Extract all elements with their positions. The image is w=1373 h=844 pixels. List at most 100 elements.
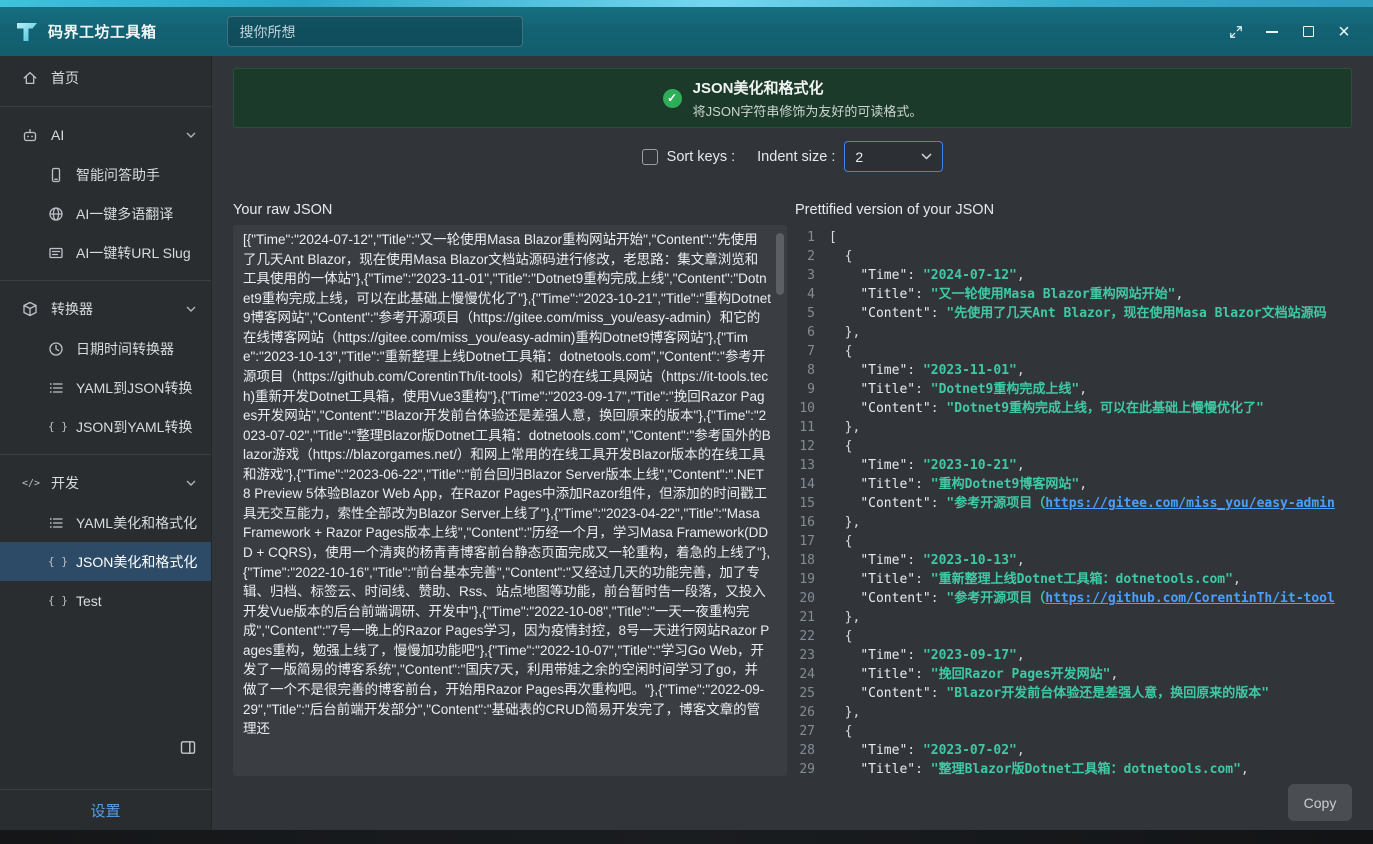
scrollbar-thumb[interactable] <box>776 233 784 295</box>
maximize-button[interactable] <box>1293 18 1323 46</box>
code-token: : <box>915 287 931 302</box>
code-line: 5 "Content": "先使用了几天Ant Blazor，现在使用Masa … <box>795 304 1352 323</box>
sidebar-item-label: JSON到YAML转换 <box>76 417 192 437</box>
code-token: : <box>907 553 923 568</box>
sidebar-group-dev[interactable]: </> 开发 <box>0 463 211 503</box>
sidebar-item-yaml-format[interactable]: YAML美化和格式化 <box>0 503 211 542</box>
code-line: 21 }, <box>795 608 1352 627</box>
search-input[interactable] <box>227 16 523 47</box>
line-number: 4 <box>795 285 815 304</box>
code-token <box>829 363 860 378</box>
sort-keys-checkbox[interactable] <box>642 149 658 165</box>
code-token: [ <box>829 230 837 245</box>
close-button[interactable]: × <box>1329 18 1359 46</box>
line-number: 12 <box>795 437 815 456</box>
code-token: { <box>829 724 852 739</box>
indent-size-select[interactable]: 2 <box>844 141 943 172</box>
code-token: "Content" <box>860 496 930 511</box>
line-number: 18 <box>795 551 815 570</box>
line-number: 10 <box>795 399 815 418</box>
chevron-down-icon <box>186 480 196 486</box>
wallpaper-strip-top <box>0 0 1373 7</box>
sidebar-item-json-to-yaml[interactable]: { } JSON到YAML转换 <box>0 407 211 446</box>
line-number: 24 <box>795 665 815 684</box>
sidebar-item-smart-qa[interactable]: 智能问答助手 <box>0 155 211 194</box>
code-token: "2023-07-02" <box>923 743 1017 758</box>
code-token: , <box>1079 477 1087 492</box>
sidebar-divider <box>0 280 211 281</box>
code-line: 16 }, <box>795 513 1352 532</box>
indent-size-value: 2 <box>855 149 863 165</box>
code-token: "2024-07-12" <box>923 268 1017 283</box>
code-token: "Content" <box>860 306 930 321</box>
code-line: 3 "Time": "2024-07-12", <box>795 266 1352 285</box>
expand-icon[interactable] <box>1221 18 1251 46</box>
code-token: { <box>829 344 852 359</box>
sidebar-group-converter[interactable]: 转换器 <box>0 289 211 329</box>
sidebar-item-label: 智能问答助手 <box>76 165 160 185</box>
code-token <box>829 268 860 283</box>
sidebar-item-home[interactable]: 首页 <box>0 58 211 98</box>
code-token <box>829 762 860 776</box>
code-token: : <box>907 363 923 378</box>
copy-button[interactable]: Copy <box>1288 784 1352 821</box>
minimize-button[interactable] <box>1257 18 1287 46</box>
sidebar-divider <box>0 106 211 107</box>
wallpaper-strip-bottom <box>0 830 1373 844</box>
braces-icon: { } <box>48 594 64 607</box>
app-logo-icon <box>14 19 40 45</box>
code-token: , <box>1017 553 1025 568</box>
sidebar-item-ai-url-slug[interactable]: AI一键转URL Slug <box>0 233 211 272</box>
sidebar-divider <box>0 454 211 455</box>
home-icon <box>22 70 38 86</box>
code-token: , <box>1017 458 1025 473</box>
code-token: , <box>1233 572 1241 587</box>
list-icon <box>48 380 64 396</box>
line-number: 29 <box>795 760 815 776</box>
main-content: ✓ JSON美化和格式化 将JSON字符串修饰为友好的可读格式。 Sort ke… <box>212 56 1373 830</box>
code-token: "Content" <box>860 591 930 606</box>
line-number: 27 <box>795 722 815 741</box>
code-token: "2023-10-13" <box>923 553 1017 568</box>
sidebar-item-json-format[interactable]: { } JSON美化和格式化 <box>0 542 211 581</box>
raw-json-input[interactable]: [{"Time":"2024-07-12","Title":"又一轮使用Masa… <box>233 225 787 776</box>
code-token: , <box>1176 287 1184 302</box>
tool-subtitle: 将JSON字符串修饰为友好的可读格式。 <box>693 101 923 120</box>
app-title: 码界工坊工具箱 <box>48 21 157 42</box>
code-line: 20 "Content": "参考开源项目（https://github.com… <box>795 589 1352 608</box>
code-line: 4 "Title": "又一轮使用Masa Blazor重构网站开始", <box>795 285 1352 304</box>
minimize-icon <box>1266 31 1278 33</box>
panel-collapse-icon[interactable] <box>180 740 196 755</box>
code-token: "重构Dotnet9博客网站" <box>931 477 1079 492</box>
code-token: "Title" <box>860 382 915 397</box>
code-token: { <box>829 439 852 454</box>
sidebar-item-ai-translate[interactable]: AI一键多语翻译 <box>0 194 211 233</box>
code-token <box>829 287 860 302</box>
code-token: "Time" <box>860 553 907 568</box>
line-number: 20 <box>795 589 815 608</box>
sidebar-item-yaml-to-json[interactable]: YAML到JSON转换 <box>0 368 211 407</box>
code-line: 8 "Time": "2023-11-01", <box>795 361 1352 380</box>
tool-title: JSON美化和格式化 <box>693 77 923 98</box>
code-token: }, <box>829 610 860 625</box>
code-token: "Time" <box>860 268 907 283</box>
check-circle-icon: ✓ <box>663 89 682 108</box>
code-token <box>829 401 860 416</box>
code-token: "2023-10-21" <box>923 458 1017 473</box>
sidebar-item-datetime-converter[interactable]: 日期时间转换器 <box>0 329 211 368</box>
sidebar-item-test[interactable]: { } Test <box>0 581 211 620</box>
code-token <box>829 572 860 587</box>
settings-button[interactable]: 设置 <box>0 790 211 830</box>
braces-icon: { } <box>48 555 64 568</box>
line-number: 17 <box>795 532 815 551</box>
sidebar-group-ai[interactable]: AI <box>0 115 211 155</box>
code-token: { <box>829 534 852 549</box>
code-token <box>829 743 860 758</box>
code-line: 22 { <box>795 627 1352 646</box>
code-token: "2023-09-17" <box>923 648 1017 663</box>
code-link[interactable]: https://gitee.com/miss_you/easy-admin <box>1045 496 1335 511</box>
code-token: : <box>931 591 947 606</box>
line-number: 15 <box>795 494 815 513</box>
code-link[interactable]: https://github.com/CorentinTh/it-tool <box>1045 591 1335 606</box>
line-number: 8 <box>795 361 815 380</box>
